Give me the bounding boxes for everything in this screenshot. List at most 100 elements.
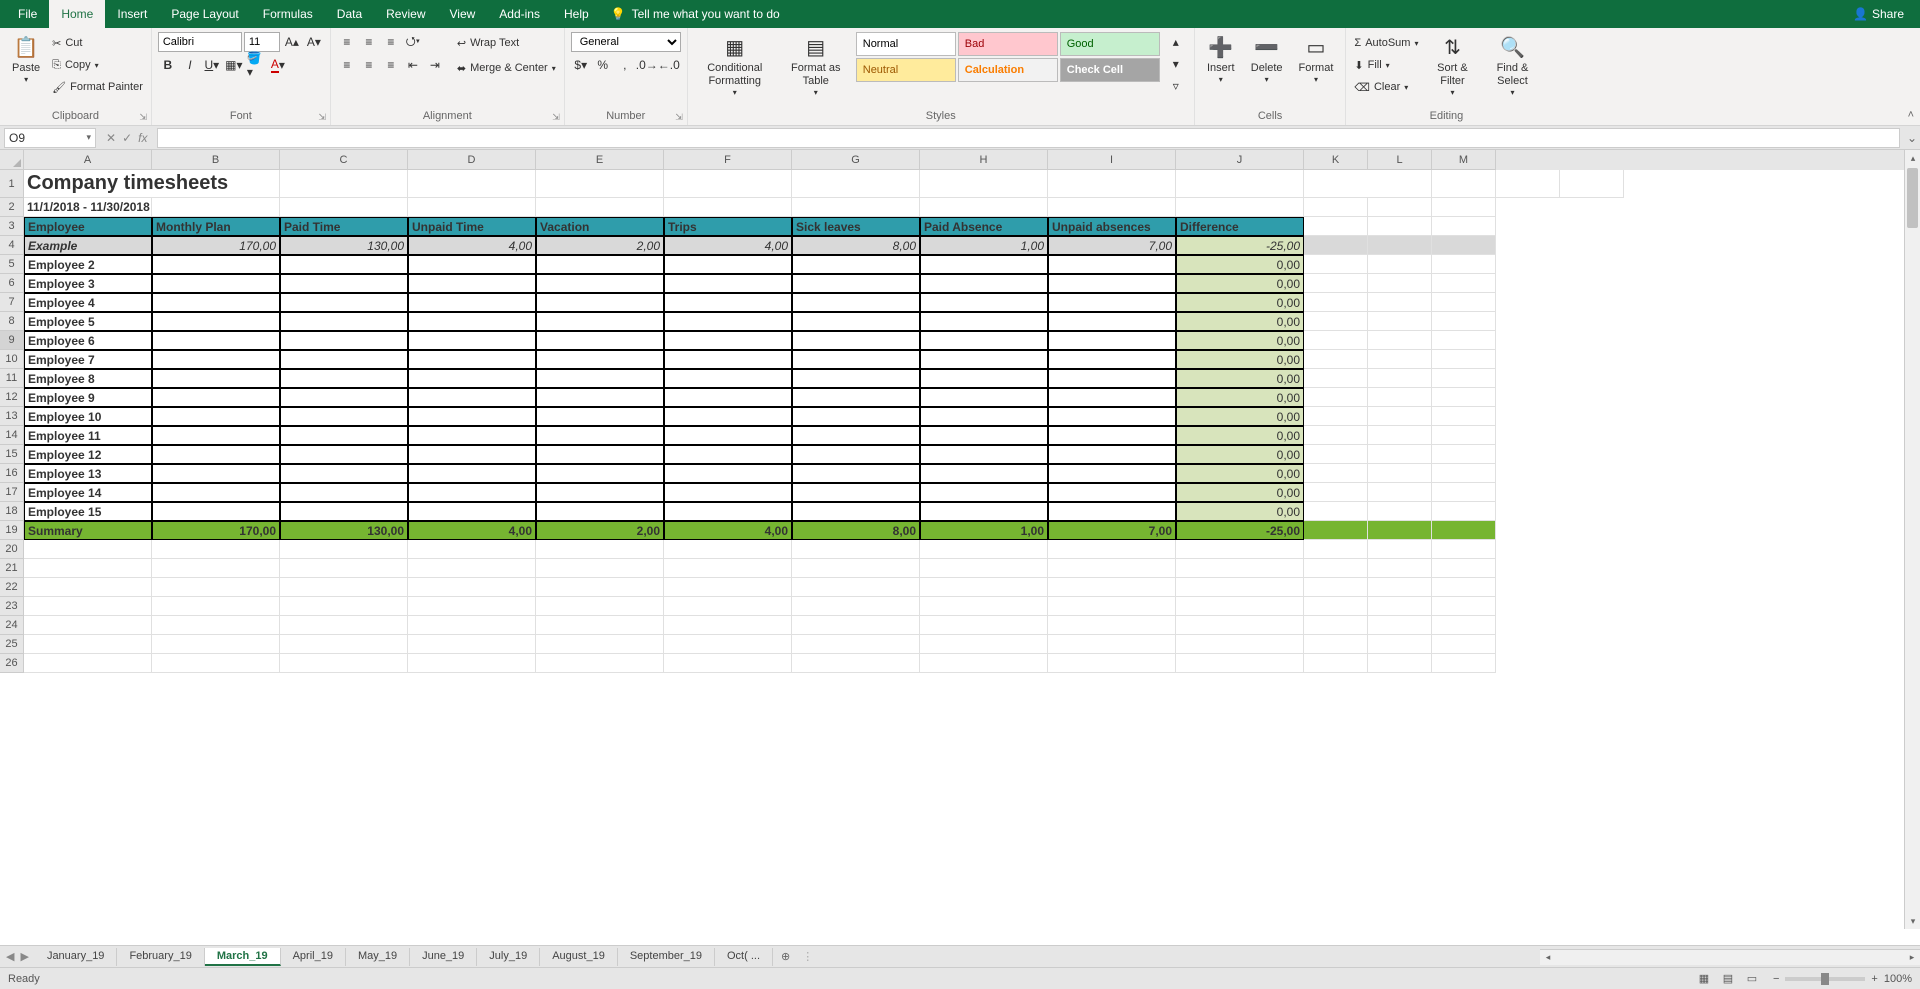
cell[interactable]: Employee 12 [24, 445, 152, 464]
col-header[interactable]: M [1432, 150, 1496, 170]
cell[interactable] [664, 426, 792, 445]
row-header[interactable]: 1 [0, 170, 24, 198]
cell[interactable] [664, 654, 792, 673]
cell[interactable] [1304, 274, 1368, 293]
row-header[interactable]: 8 [0, 312, 24, 331]
cell[interactable] [1304, 654, 1368, 673]
align-top-button[interactable]: ≡ [337, 32, 357, 52]
cell[interactable] [792, 635, 920, 654]
menu-tab-add-ins[interactable]: Add-ins [487, 0, 552, 28]
zoom-slider[interactable] [1785, 977, 1865, 981]
clear-button[interactable]: ⌫Clear▾ [1352, 76, 1420, 98]
col-header[interactable]: D [408, 150, 536, 170]
cell[interactable] [280, 388, 408, 407]
cell[interactable] [536, 597, 664, 616]
cell[interactable]: 0,00 [1176, 274, 1304, 293]
col-header[interactable]: A [24, 150, 152, 170]
scroll-right-button[interactable]: ▸ [1904, 949, 1920, 965]
cell[interactable] [792, 198, 920, 217]
cell[interactable] [24, 654, 152, 673]
row-header[interactable]: 24 [0, 616, 24, 635]
cell[interactable] [792, 426, 920, 445]
col-header[interactable]: F [664, 150, 792, 170]
cell[interactable] [1368, 502, 1432, 521]
cell[interactable] [1304, 502, 1368, 521]
row-header[interactable]: 13 [0, 407, 24, 426]
cell[interactable] [1304, 635, 1368, 654]
cell[interactable] [1368, 312, 1432, 331]
collapse-ribbon-button[interactable]: ˄ [1908, 109, 1914, 121]
cell[interactable] [920, 578, 1048, 597]
cell[interactable] [152, 597, 280, 616]
cell[interactable] [1432, 388, 1496, 407]
row-header[interactable]: 2 [0, 198, 24, 217]
col-header[interactable]: E [536, 150, 664, 170]
cell[interactable] [1432, 170, 1496, 198]
cell[interactable] [536, 616, 664, 635]
cell[interactable]: Employee 15 [24, 502, 152, 521]
cell[interactable]: Employee 4 [24, 293, 152, 312]
cell[interactable]: 4,00 [408, 236, 536, 255]
sheet-tab-oct( ...[interactable]: Oct( ... [715, 948, 773, 966]
cell[interactable] [920, 502, 1048, 521]
zoom-out-button[interactable]: − [1773, 973, 1779, 985]
cell[interactable] [664, 388, 792, 407]
cell[interactable]: Employee 11 [24, 426, 152, 445]
cell[interactable] [1048, 540, 1176, 559]
cell[interactable] [920, 597, 1048, 616]
cell[interactable] [1048, 654, 1176, 673]
cell[interactable] [1368, 483, 1432, 502]
cell[interactable] [920, 483, 1048, 502]
cell[interactable] [1048, 502, 1176, 521]
cell[interactable] [1048, 293, 1176, 312]
align-bottom-button[interactable]: ≡ [381, 32, 401, 52]
cell[interactable] [664, 483, 792, 502]
dialog-launcher-icon[interactable]: ⇲ [675, 112, 683, 123]
cell[interactable] [24, 578, 152, 597]
cell[interactable] [920, 635, 1048, 654]
cell[interactable] [1176, 540, 1304, 559]
orientation-button[interactable]: ⭯▾ [403, 32, 423, 52]
cell[interactable] [664, 502, 792, 521]
cell[interactable] [1432, 578, 1496, 597]
cell[interactable] [536, 293, 664, 312]
cell[interactable] [792, 597, 920, 616]
cell[interactable]: Trips [664, 217, 792, 236]
cell[interactable]: Employee 13 [24, 464, 152, 483]
cell[interactable] [536, 331, 664, 350]
cell[interactable] [1368, 293, 1432, 312]
styles-more[interactable]: ▿ [1166, 76, 1186, 96]
cell-style-normal[interactable]: Normal [856, 32, 956, 56]
cell[interactable] [664, 445, 792, 464]
scroll-down-button[interactable]: ▾ [1905, 913, 1920, 929]
cell[interactable] [408, 559, 536, 578]
cell[interactable] [536, 578, 664, 597]
cell[interactable] [920, 388, 1048, 407]
cell[interactable]: Example [24, 236, 152, 255]
cell[interactable] [792, 540, 920, 559]
cell[interactable]: Employee 9 [24, 388, 152, 407]
cell[interactable] [408, 407, 536, 426]
cell[interactable] [1368, 635, 1432, 654]
cell[interactable] [1048, 445, 1176, 464]
sheet-tab-january_19[interactable]: January_19 [35, 948, 118, 966]
cell[interactable]: 0,00 [1176, 255, 1304, 274]
menu-tab-review[interactable]: Review [374, 0, 437, 28]
cell[interactable] [1048, 616, 1176, 635]
cell[interactable] [152, 198, 280, 217]
add-sheet-button[interactable]: ⊕ [773, 950, 798, 963]
cell[interactable] [280, 426, 408, 445]
cell[interactable]: 4,00 [664, 236, 792, 255]
cell[interactable] [1048, 426, 1176, 445]
cell[interactable] [664, 578, 792, 597]
cell[interactable] [1432, 236, 1496, 255]
cell[interactable] [152, 369, 280, 388]
cell[interactable] [1432, 312, 1496, 331]
cell[interactable] [1560, 170, 1624, 198]
cell[interactable] [1432, 654, 1496, 673]
cell[interactable] [1432, 255, 1496, 274]
sheet-tab-march_19[interactable]: March_19 [205, 948, 281, 966]
cell[interactable] [152, 635, 280, 654]
cell[interactable] [792, 445, 920, 464]
cell[interactable]: 0,00 [1176, 502, 1304, 521]
